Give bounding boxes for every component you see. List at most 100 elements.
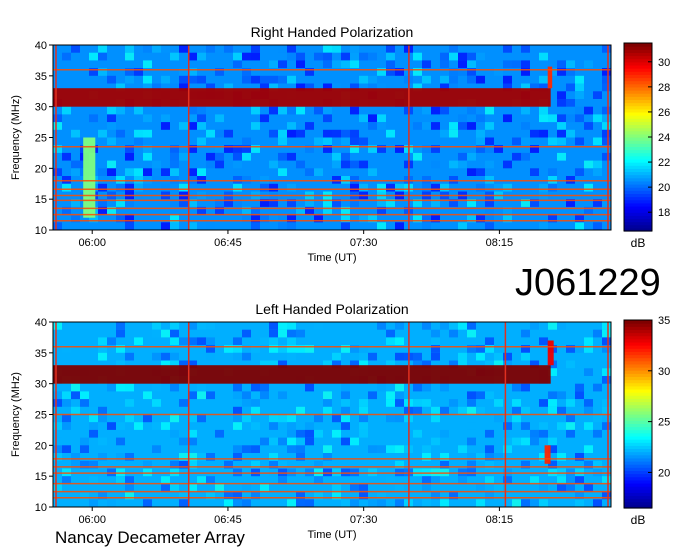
spectrogram-cell [323, 406, 332, 415]
spectrogram-cell [602, 329, 611, 338]
emission-feature [547, 340, 554, 366]
spectrogram-cell [197, 52, 206, 61]
spectrogram-cell [296, 160, 305, 169]
spectrogram-cell [278, 329, 287, 338]
spectrogram-cell [305, 499, 314, 507]
spectrogram-cell [602, 399, 611, 407]
spectrogram-cell [431, 183, 440, 192]
spectrogram-cell [242, 499, 251, 507]
spectrogram-cell [341, 499, 350, 507]
spectrogram-cell [98, 437, 107, 446]
spectrogram-cell [332, 152, 341, 161]
spectrogram-cell [314, 168, 323, 176]
spectrogram-cell [359, 399, 368, 407]
spectrogram-cell [548, 399, 557, 407]
spectrogram-cell [584, 399, 593, 407]
spectrogram-cell [440, 52, 449, 61]
spectrogram-cell [458, 52, 467, 61]
spectrogram-cell [512, 406, 521, 415]
spectrogram-cell [575, 399, 584, 407]
spectrogram-cell [170, 483, 179, 492]
spectrogram-cell [548, 183, 557, 192]
spectrogram-cell [233, 52, 242, 61]
spectrogram-cell [467, 437, 476, 446]
spectrogram-cell [62, 414, 71, 423]
spectrogram-cell [233, 383, 242, 392]
spectrogram-cell [575, 91, 584, 99]
spectrogram-cell [98, 168, 107, 176]
spectrogram-cell [395, 322, 404, 330]
spectrogram-cell [350, 52, 359, 61]
spectrogram-cell [314, 137, 323, 146]
spectrogram-cell [314, 322, 323, 330]
spectrogram-cell [269, 75, 278, 84]
spectrogram-cell [422, 476, 431, 484]
spectrogram-cell [332, 429, 341, 438]
spectrogram-cell [215, 114, 224, 123]
colorbar-tick-label: 24 [658, 132, 670, 144]
spectrogram-cell [467, 422, 476, 430]
spectrogram-cell [170, 168, 179, 176]
spectrogram-cell [476, 52, 485, 61]
spectrogram-cell [260, 337, 269, 346]
spectrogram-cell [125, 383, 134, 392]
spectrogram-cell [206, 160, 215, 169]
spectrogram-cell [467, 60, 476, 69]
spectrogram-cell [386, 337, 395, 346]
spectrogram-cell [224, 499, 233, 507]
spectrogram-cell [467, 75, 476, 84]
spectrogram-cell [530, 476, 539, 484]
spectrogram-cell [179, 122, 188, 130]
spectrogram-cell [602, 337, 611, 346]
spectrogram-cell [269, 422, 278, 430]
spectrogram-cell [89, 114, 98, 123]
spectrogram-cell [296, 129, 305, 138]
spectrogram-cell [278, 60, 287, 69]
spectrogram-cell [287, 222, 296, 230]
spectrogram-cell [98, 406, 107, 415]
spectrogram-cell [593, 329, 602, 338]
spectrogram-cell [332, 483, 341, 492]
spectrogram-cell [341, 152, 350, 161]
spectrogram-cell [89, 429, 98, 438]
spectrogram-cell [458, 445, 467, 453]
spectrogram-cell [602, 368, 611, 376]
spectrogram-cell [575, 391, 584, 400]
spectrogram-cell [161, 45, 170, 53]
spectrogram-cell [566, 429, 575, 438]
spectrogram-cell [197, 114, 206, 123]
x-tick-label: 06:45 [214, 514, 242, 526]
spectrogram-cell [602, 476, 611, 484]
spectrogram-cell [467, 168, 476, 176]
spectrogram-cell [368, 352, 377, 361]
spectrogram-cell [467, 406, 476, 415]
spectrogram-cell [80, 322, 89, 330]
spectrogram-cell [251, 406, 260, 415]
spectrogram-cell [233, 391, 242, 400]
spectrogram-cell [602, 129, 611, 138]
spectrogram-cell [260, 176, 269, 184]
spectrogram-cell [350, 129, 359, 138]
spectrogram-cell [269, 437, 278, 446]
spectrogram-cell [251, 445, 260, 453]
spectrogram-cell [323, 52, 332, 61]
y-tick-label: 35 [35, 348, 47, 360]
spectrogram-cell [287, 329, 296, 338]
spectrogram-cell [602, 406, 611, 415]
spectrogram-cell [395, 391, 404, 400]
spectrogram-cell [62, 152, 71, 161]
spectrogram-cell [512, 437, 521, 446]
spectrogram-cell [458, 152, 467, 161]
y-tick-label: 15 [35, 194, 47, 206]
spectrogram-cell [107, 122, 116, 130]
spectrogram-cell [332, 45, 341, 53]
spectrogram-cell [98, 352, 107, 361]
spectrogram-cell [458, 476, 467, 484]
spectrogram-cell [143, 499, 152, 507]
spectrogram-cell [179, 45, 188, 53]
spectrogram-cell [395, 499, 404, 507]
spectrogram-cell [251, 75, 260, 84]
spectrogram-cell [539, 52, 548, 61]
spectrogram-cell [350, 45, 359, 53]
y-tick-label: 20 [35, 163, 47, 175]
